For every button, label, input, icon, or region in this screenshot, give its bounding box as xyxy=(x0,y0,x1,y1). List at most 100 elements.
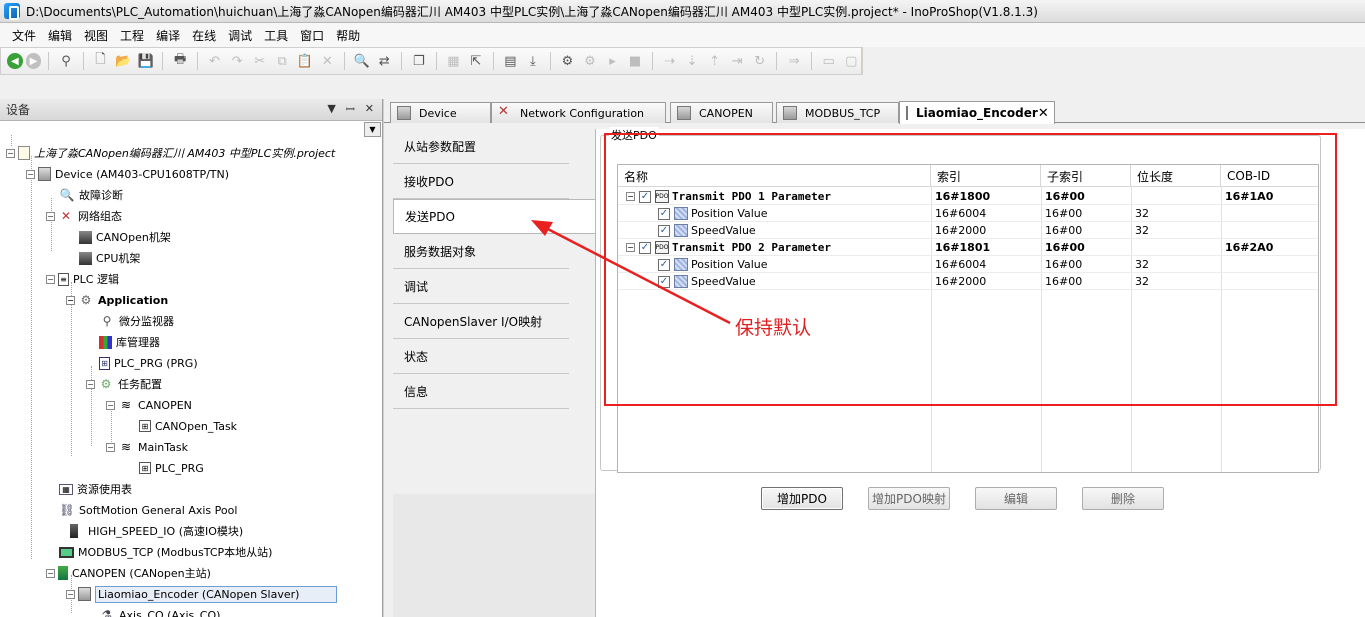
run-icon[interactable]: ▸ xyxy=(603,51,623,71)
tree-node-plc-prg-call[interactable]: ⊞ PLC_PRG xyxy=(139,458,204,478)
tree-node-softmotion[interactable]: ⛓ SoftMotion General Axis Pool xyxy=(59,500,237,520)
collapse-icon[interactable]: − xyxy=(106,400,115,410)
save-icon[interactable]: 💾 xyxy=(136,51,156,71)
side-tab-debug[interactable]: 调试 xyxy=(393,269,569,304)
add-pdo-mapping-button[interactable]: 增加PDO映射 xyxy=(868,487,950,510)
collapse-icon[interactable]: − xyxy=(86,379,95,389)
forward-icon[interactable]: ▶ xyxy=(25,53,42,69)
tree-node-canopen-task[interactable]: ⊞ CANOpen_Task xyxy=(139,416,237,436)
collapse-icon[interactable]: − xyxy=(6,148,15,158)
open-folder-icon[interactable]: 📂 xyxy=(113,51,133,71)
tree-node-main-task[interactable]: − ≋ MainTask xyxy=(106,437,188,457)
login-icon[interactable]: ⚙ xyxy=(558,51,578,71)
grid-icon[interactable]: ▦ xyxy=(444,51,464,71)
tree-node-diagnosis[interactable]: 🔍 故障诊断 xyxy=(59,185,123,205)
tree-label: 资源使用表 xyxy=(77,483,132,496)
stop-icon[interactable]: ■ xyxy=(625,51,645,71)
copy-icon[interactable]: ⧉ xyxy=(272,51,292,71)
new-file-icon[interactable]: 🗋 xyxy=(91,51,111,71)
export-icon[interactable]: ⇱ xyxy=(466,51,486,71)
tree-node-application[interactable]: − ⚙ Application xyxy=(66,290,168,310)
tree-node-library-manager[interactable]: 库管理器 xyxy=(99,332,160,352)
edit-button[interactable]: 编辑 xyxy=(975,487,1057,510)
menu-tools[interactable]: 工具 xyxy=(258,27,294,44)
tree-node-canopen-rack[interactable]: CANOpen机架 xyxy=(79,227,171,247)
replace-icon[interactable]: ⇄ xyxy=(375,51,395,71)
logout-icon[interactable]: ⚙ xyxy=(580,51,600,71)
collapse-icon[interactable]: − xyxy=(26,169,35,179)
tree-dropdown-button[interactable]: ▼ xyxy=(364,122,381,137)
panel-menu-icon[interactable]: ▼ xyxy=(327,102,335,117)
side-tab-transmit-pdo[interactable]: 发送PDO xyxy=(393,199,595,234)
tree-node-task-config[interactable]: − ⚙ 任务配置 xyxy=(86,374,162,394)
tree-node-network-config[interactable]: − ✕ 网络组态 xyxy=(46,206,122,226)
menu-edit[interactable]: 编辑 xyxy=(42,27,78,44)
menu-project[interactable]: 工程 xyxy=(114,27,150,44)
side-tab-sdo[interactable]: 服务数据对象 xyxy=(393,234,569,269)
monitor-icon[interactable]: ▭ xyxy=(819,51,839,71)
close-tab-icon[interactable]: ✕ xyxy=(1038,106,1049,121)
side-tab-io-mapping[interactable]: CANopenSlaver I/O映射 xyxy=(393,304,569,339)
delete-button[interactable]: 删除 xyxy=(1082,487,1164,510)
slave-config-nav: 从站参数配置 接收PDO 发送PDO 服务数据对象 调试 CANopenSlav… xyxy=(393,129,595,493)
tree-node-plc-logic[interactable]: − ≡ PLC 逻辑 xyxy=(46,269,119,289)
pin-icon[interactable]: ꟷ xyxy=(346,102,355,117)
breakpoint-icon[interactable]: ⇥ xyxy=(727,51,747,71)
close-icon[interactable]: ✕ xyxy=(365,102,374,117)
tree-node-plc-prg[interactable]: ⊞ PLC_PRG (PRG) xyxy=(99,353,198,373)
tab-canopen[interactable]: CANOPEN xyxy=(670,102,773,123)
collapse-icon[interactable]: − xyxy=(106,442,115,452)
redo-icon[interactable]: ↷ xyxy=(227,51,247,71)
step-into-icon[interactable]: ⇣ xyxy=(682,51,702,71)
tree-node-high-speed-io[interactable]: HIGH_SPEED_IO (高速IO模块) xyxy=(70,521,243,541)
tree-node-axis[interactable]: ⚗ Axis_CO (Axis_CO) xyxy=(99,605,221,617)
tree-node-cpu-rack[interactable]: CPU机架 xyxy=(79,248,140,268)
reset-icon[interactable]: ↻ xyxy=(750,51,770,71)
delete-icon[interactable]: ✕ xyxy=(318,51,338,71)
menu-help[interactable]: 帮助 xyxy=(330,27,366,44)
side-tab-status[interactable]: 状态 xyxy=(393,339,569,374)
tree-node-project[interactable]: − 上海了淼CANopen编码器汇川 AM403 中型PLC实例.project xyxy=(6,143,335,163)
tab-liaomiao-encoder[interactable]: Liaomiao_Encoder ✕ xyxy=(899,101,1055,124)
menu-window[interactable]: 窗口 xyxy=(294,27,330,44)
add-pdo-button[interactable]: 增加PDO xyxy=(761,487,843,510)
axis-icon: ⚗ xyxy=(101,608,113,617)
window-icon[interactable]: ❐ xyxy=(409,51,429,71)
forward-step-icon[interactable]: ⇒ xyxy=(784,51,804,71)
menu-file[interactable]: 文件 xyxy=(6,27,42,44)
side-tab-receive-pdo[interactable]: 接收PDO xyxy=(393,164,569,199)
paste-icon[interactable]: 📋 xyxy=(295,51,315,71)
tree-node-canopen-master[interactable]: − CANOPEN (CANopen主站) xyxy=(46,563,211,583)
tree-node-canopen-task-group[interactable]: − ≋ CANOPEN xyxy=(106,395,192,415)
tree-node-encoder[interactable]: − Liaomiao_Encoder (CANopen Slaver) xyxy=(66,584,337,604)
download-icon[interactable]: ⤓ xyxy=(523,51,543,71)
build-icon[interactable]: ▤ xyxy=(501,51,521,71)
collapse-icon[interactable]: − xyxy=(66,295,75,305)
back-icon[interactable]: ◀ xyxy=(7,53,23,69)
print-icon[interactable]: 🖶 xyxy=(170,51,190,71)
cut-icon[interactable]: ✂ xyxy=(250,51,270,71)
collapse-icon[interactable]: − xyxy=(46,274,55,284)
tree-node-resources[interactable]: ▦ 资源使用表 xyxy=(59,479,132,499)
tab-network-configuration[interactable]: ✕ Network Configuration xyxy=(491,102,666,123)
tab-modbus-tcp[interactable]: MODBUS_TCP xyxy=(776,102,899,123)
device-icon[interactable]: ⚲ xyxy=(56,51,76,71)
step-out-icon[interactable]: ⇡ xyxy=(705,51,725,71)
tree-node-modbus-tcp[interactable]: MODBUS_TCP (ModbusTCP本地从站) xyxy=(59,542,272,562)
menu-online[interactable]: 在线 xyxy=(186,27,222,44)
collapse-icon[interactable]: − xyxy=(46,568,55,578)
step-over-icon[interactable]: ⇢ xyxy=(660,51,680,71)
tab-device[interactable]: Device xyxy=(390,102,491,123)
menu-build[interactable]: 编译 xyxy=(150,27,186,44)
tree-node-device[interactable]: − Device (AM403-CPU1608TP/TN) xyxy=(26,164,229,184)
undo-icon[interactable]: ↶ xyxy=(205,51,225,71)
tree-node-diff-monitor[interactable]: ⚲ 微分监视器 xyxy=(99,311,174,331)
display-icon[interactable]: ▢ xyxy=(841,51,861,71)
menu-debug[interactable]: 调试 xyxy=(222,27,258,44)
find-icon[interactable]: 🔍 xyxy=(352,51,372,71)
menu-view[interactable]: 视图 xyxy=(78,27,114,44)
side-tab-slave-params[interactable]: 从站参数配置 xyxy=(393,129,569,164)
collapse-icon[interactable]: − xyxy=(46,211,55,221)
side-tab-info[interactable]: 信息 xyxy=(393,374,569,409)
collapse-icon[interactable]: − xyxy=(66,589,75,599)
